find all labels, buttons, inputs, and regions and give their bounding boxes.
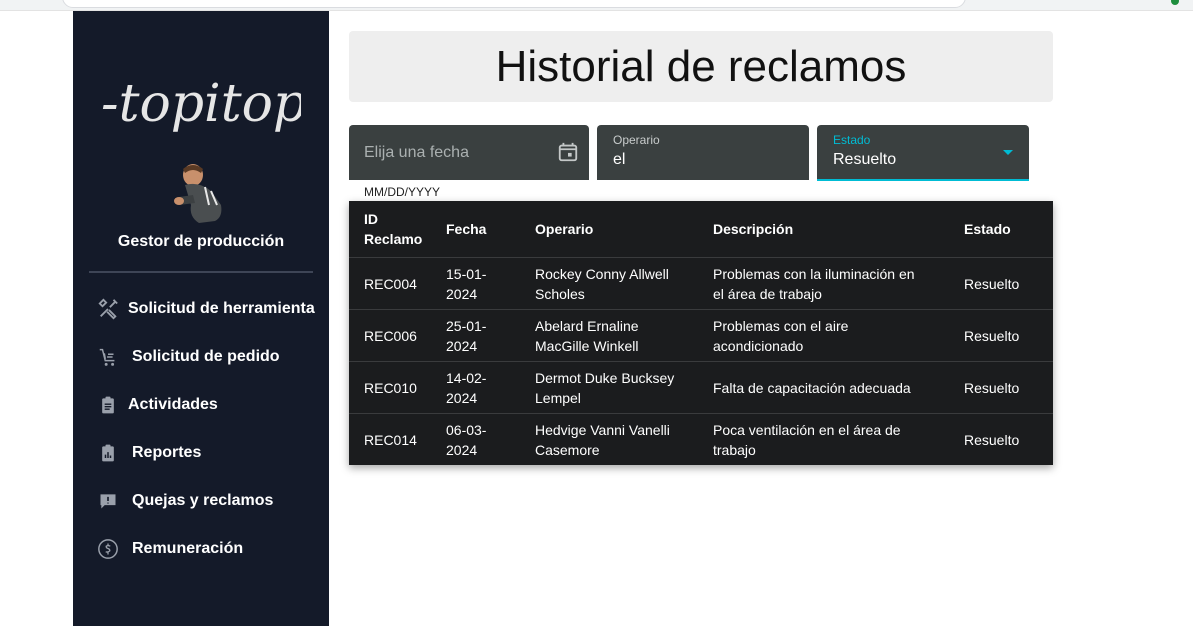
cart-icon	[96, 345, 120, 369]
sidebar-item-remuneracion[interactable]: Remuneración	[73, 531, 329, 567]
feedback-icon	[96, 489, 120, 513]
cell-fecha: 06-03- 2024	[446, 421, 487, 458]
sidebar-item-label: Actividades	[128, 396, 218, 413]
dropdown-arrow-icon[interactable]	[1003, 150, 1013, 155]
cell-id: REC014	[364, 431, 417, 448]
table-row[interactable]: REC014 06-03- 2024 Hedvige Vanni Vanelli C…	[349, 414, 1053, 466]
sidebar-divider	[89, 271, 313, 273]
status-dot	[1171, 0, 1179, 5]
sidebar-item-actividades[interactable]: Actividades	[73, 387, 329, 423]
tools-icon	[96, 297, 120, 321]
title-banner: Historial de reclamos	[349, 31, 1053, 102]
cell-fecha: 14-02- 2024	[446, 361, 535, 414]
table-header-row: ID Reclamo Fecha Operario Descripción Est…	[349, 201, 1053, 258]
table-row[interactable]: REC006 25-01- 2024 Abelard Ernaline MacGil…	[349, 309, 1053, 362]
sidebar-item-label: Reportes	[132, 444, 202, 461]
reclamos-table: ID Reclamo Fecha Operario Descripción Est…	[349, 201, 1053, 465]
cell-fecha: 25-01- 2024	[446, 309, 535, 362]
col-header-id[interactable]: ID Reclamo	[349, 201, 446, 258]
sidebar-item-quejas-reclamos[interactable]: Quejas y reclamos	[73, 483, 329, 519]
cell-id: REC006	[349, 309, 446, 362]
clipboard-icon	[96, 393, 120, 417]
sidebar-item-label: Remuneración	[132, 540, 244, 557]
cell-descripcion: Falta de capacitación adecuada	[713, 361, 964, 414]
calendar-icon[interactable]	[557, 141, 579, 168]
cell-fecha: 15-01- 2024	[446, 257, 535, 310]
col-header-operario[interactable]: Operario	[535, 201, 713, 258]
cell-id: REC010	[349, 361, 446, 414]
sidebar-item-label: Quejas y reclamos	[132, 492, 274, 509]
cell-descripcion: Problemas con el aire acondicionado	[713, 309, 964, 362]
estado-value: Resuelto	[833, 151, 897, 168]
address-bar[interactable]	[62, 0, 966, 8]
date-format-hint: MM/DD/YYYY	[364, 185, 441, 199]
table-row[interactable]: REC010 14-02- 2024 Dermot Duke Bucksey Lem…	[349, 361, 1053, 414]
topitop-logo[interactable]: -topitop	[101, 63, 301, 153]
sidebar-item-label: Solicitud de herramienta	[128, 300, 315, 317]
sidebar-item-solicitud-herramienta[interactable]: Solicitud de herramienta	[73, 291, 329, 327]
cell-estado: Resuelto	[964, 361, 1053, 414]
estado-select[interactable]: Estado Resuelto	[817, 125, 1029, 181]
operario-label: Operario	[613, 133, 660, 147]
cell-estado: Resuelto	[964, 309, 1053, 362]
date-picker-field[interactable]: Elija una fecha	[349, 125, 589, 180]
estado-label: Estado	[833, 133, 871, 147]
sidebar: -topitop Gestor de producción Solicitud …	[73, 11, 329, 626]
col-header-estado[interactable]: Estado	[964, 201, 1053, 258]
sidebar-item-reportes[interactable]: Reportes	[73, 435, 329, 471]
col-header-fecha[interactable]: Fecha	[446, 201, 535, 258]
sidebar-item-label: Solicitud de pedido	[132, 348, 280, 365]
svg-text:-topitop: -topitop	[101, 74, 301, 134]
cell-estado: Resuelto	[964, 431, 1020, 448]
cell-descripcion: Poca ventilación en el área de trabajo	[713, 421, 901, 458]
avatar	[174, 164, 222, 223]
col-header-descripcion[interactable]: Descripción	[713, 201, 964, 258]
operario-field[interactable]: Operario el	[597, 125, 809, 180]
date-placeholder: Elija una fecha	[364, 144, 469, 161]
cell-operario: Hedvige Vanni Vanelli Casemore	[535, 421, 670, 458]
operario-value: el	[613, 151, 626, 168]
sidebar-item-solicitud-pedido[interactable]: Solicitud de pedido	[73, 339, 329, 375]
cell-operario: Abelard Ernaline MacGille Winkell	[535, 309, 713, 362]
page-title: Historial de reclamos	[495, 41, 907, 91]
table-row[interactable]: REC004 15-01- 2024 Rockey Conny Allwell Sc…	[349, 257, 1053, 310]
cell-operario: Dermot Duke Bucksey Lempel	[535, 361, 713, 414]
user-role: Gestor de producción	[117, 233, 285, 250]
cell-operario: Rockey Conny Allwell Scholes	[535, 257, 713, 310]
cell-id: REC004	[349, 257, 446, 310]
browser-bar	[0, 0, 1193, 11]
cell-descripcion: Problemas con la iluminación en el área d…	[713, 257, 964, 310]
report-icon	[96, 441, 120, 465]
cell-estado: Resuelto	[964, 257, 1053, 310]
money-icon	[96, 537, 120, 561]
